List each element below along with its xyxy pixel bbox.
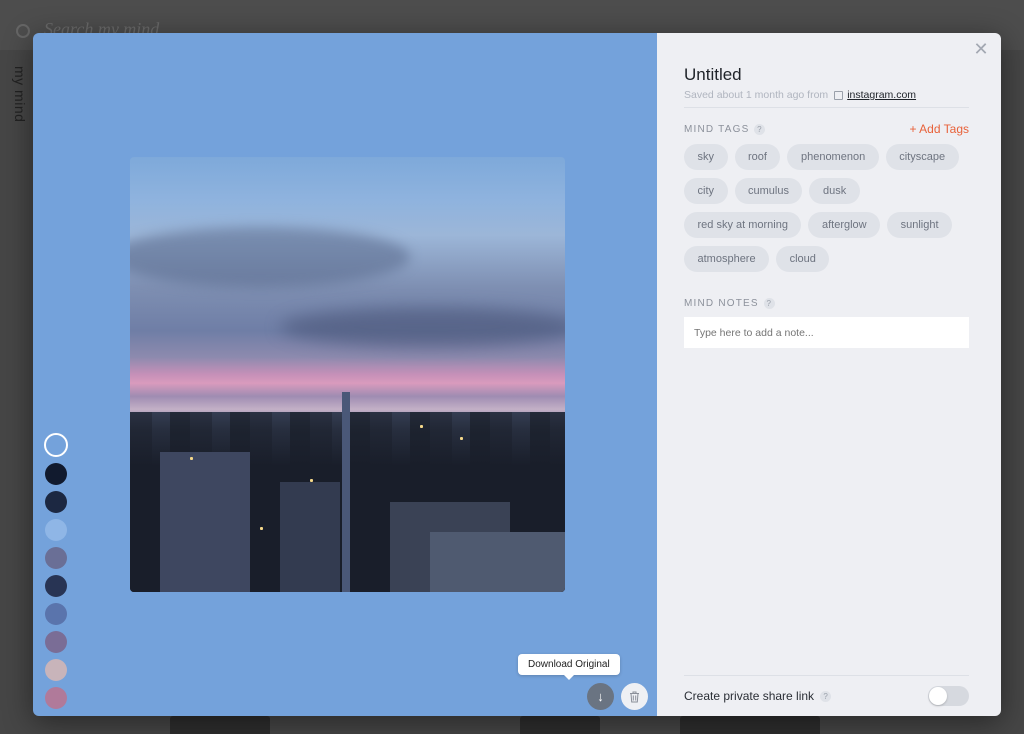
add-tags-button[interactable]: + Add Tags [910, 122, 970, 136]
color-swatch[interactable] [45, 659, 67, 681]
mind-notes-label: MIND NOTES ? [684, 298, 974, 309]
photo-roof [430, 532, 565, 592]
notes-input[interactable] [684, 317, 969, 348]
background-sidebar-label: my mind [12, 66, 28, 123]
tag-chip[interactable]: atmosphere [684, 246, 770, 272]
mind-tags-header: MIND TAGS ? + Add Tags [684, 122, 969, 136]
color-swatch[interactable] [45, 463, 67, 485]
color-swatch[interactable] [45, 519, 67, 541]
photo-light [190, 457, 193, 460]
tag-chip[interactable]: afterglow [808, 212, 881, 238]
photo-tower [342, 392, 350, 592]
photo-light [260, 527, 263, 530]
download-icon: ↓ [597, 689, 604, 704]
share-label-text: Create private share link [684, 689, 815, 703]
tag-chip[interactable]: roof [734, 144, 781, 170]
search-icon [16, 24, 30, 38]
photo-cloud [130, 227, 410, 287]
download-original-button[interactable]: ↓ [587, 683, 614, 710]
tag-chip[interactable]: cityscape [885, 144, 959, 170]
tag-chip[interactable]: red sky at morning [684, 212, 802, 238]
trash-icon [630, 691, 639, 702]
photo-cloud [280, 307, 565, 347]
image-viewer: Download Original ↓ [33, 33, 657, 716]
color-swatch[interactable] [45, 575, 67, 597]
color-swatch[interactable] [44, 433, 68, 457]
tag-chip[interactable]: sky [684, 144, 728, 170]
color-swatch[interactable] [45, 603, 67, 625]
photo-light [310, 479, 313, 482]
close-button[interactable]: ✕ [971, 39, 991, 59]
divider [684, 107, 969, 108]
help-icon[interactable]: ? [763, 298, 775, 309]
detail-panel: ✕ Untitled Saved about 1 month ago from … [657, 33, 1001, 716]
photo-building [280, 482, 340, 592]
color-palette [44, 433, 69, 715]
background-card [520, 716, 600, 734]
photo-preview[interactable] [130, 157, 565, 592]
item-detail-modal: Download Original ↓ ✕ Untitled Saved abo… [33, 33, 1001, 716]
toggle-knob [929, 687, 947, 705]
color-swatch[interactable] [45, 631, 67, 653]
source-link[interactable]: instagram.com [847, 89, 916, 101]
photo-light [460, 437, 463, 440]
color-swatch[interactable] [45, 491, 67, 513]
item-title[interactable]: Untitled [684, 65, 974, 85]
color-swatch[interactable] [45, 547, 67, 569]
background-card [170, 716, 270, 734]
external-link-icon [834, 90, 844, 100]
share-link-toggle[interactable] [928, 686, 969, 706]
saved-info: Saved about 1 month ago from instagram.c… [684, 89, 974, 101]
tag-chip[interactable]: cloud [776, 246, 830, 272]
tag-chip[interactable]: dusk [809, 178, 860, 204]
mind-tags-label-text: MIND TAGS [684, 123, 750, 135]
mind-tags-label: MIND TAGS ? [684, 123, 766, 135]
photo-light [420, 425, 423, 428]
tag-chip[interactable]: phenomenon [787, 144, 879, 170]
tag-chip[interactable]: cumulus [734, 178, 803, 204]
saved-text: Saved about 1 month ago from [684, 89, 829, 101]
download-tooltip: Download Original [518, 654, 620, 680]
tag-chip[interactable]: city [684, 178, 728, 204]
tag-chip[interactable]: sunlight [887, 212, 953, 238]
tag-list: sky roof phenomenon cityscape city cumulus dus… [684, 144, 974, 280]
color-swatch[interactable] [45, 687, 67, 709]
help-icon[interactable]: ? [754, 123, 766, 135]
background-card [680, 716, 820, 734]
close-icon: ✕ [973, 39, 989, 59]
help-icon[interactable]: ? [820, 690, 832, 702]
share-label: Create private share link ? [684, 689, 832, 703]
mind-notes-label-text: MIND NOTES [684, 298, 759, 309]
delete-button[interactable] [621, 683, 648, 710]
share-link-row: Create private share link ? [684, 675, 969, 706]
photo-building [160, 452, 250, 592]
